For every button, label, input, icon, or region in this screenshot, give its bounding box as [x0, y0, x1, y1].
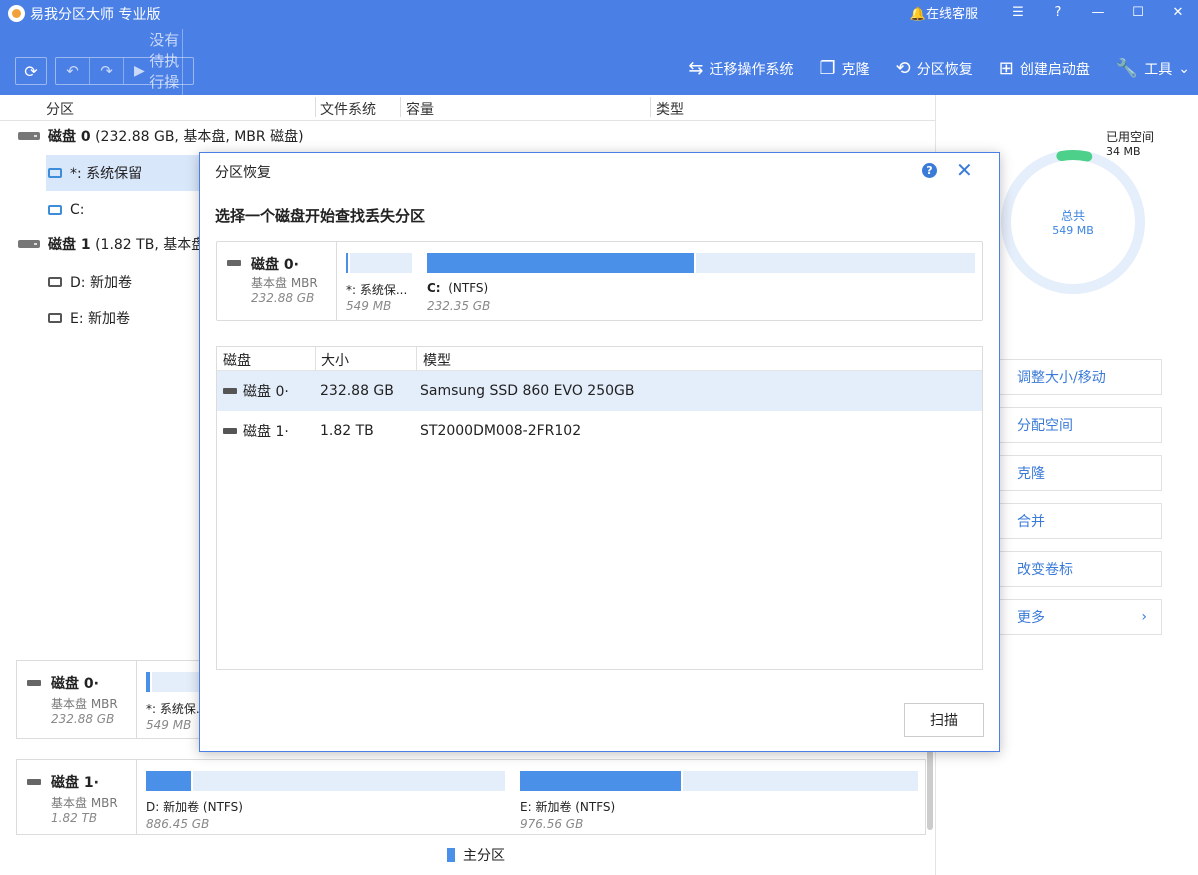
clone-button[interactable]: ❐ 克隆	[820, 58, 870, 79]
dialog-disk-map: 磁盘 0· 基本盘 MBR 232.88 GB *: 系统保... 549 MB…	[216, 241, 983, 321]
refresh-icon: ⟳	[24, 61, 38, 81]
more-button[interactable]: 更多 ›	[986, 599, 1162, 635]
disk-list-table: 磁盘 大小 模型 磁盘 0· 232.88 GB Samsung SSD 860…	[216, 346, 983, 670]
primary-partition-swatch	[447, 848, 455, 862]
maximize-button[interactable]: ☐	[1118, 5, 1158, 20]
app-logo-icon	[8, 5, 25, 22]
diskmap-scrollbar[interactable]	[927, 750, 933, 830]
partition-size: 549 MB	[146, 718, 192, 732]
undo-button[interactable]: ↶	[56, 58, 90, 84]
partition-recovery-button[interactable]: ⟲ 分区恢复	[896, 58, 973, 79]
help-icon[interactable]: ?	[922, 163, 937, 178]
scan-button[interactable]: 扫描	[904, 703, 984, 737]
disk-icon	[223, 388, 237, 394]
partition-size: 549 MB	[346, 299, 392, 313]
disk-list-row[interactable]: 磁盘 0· 232.88 GB Samsung SSD 860 EVO 250G…	[217, 371, 982, 411]
col-partition[interactable]: 分区	[46, 99, 74, 119]
window-controls: 🔔在线客服 ☰ ? — ☐ ✕	[910, 0, 1198, 24]
col-size[interactable]: 大小	[321, 350, 349, 370]
partition-label: D: 新加卷 (NTFS)	[146, 800, 243, 814]
redo-button[interactable]: ↷	[90, 58, 124, 84]
migrate-icon: ⇆	[688, 58, 704, 79]
dialog-p1-bar	[346, 253, 412, 273]
partition-recovery-dialog: 分区恢复 ? ✕ 选择一个磁盘开始查找丢失分区 磁盘 0· 基本盘 MBR 23…	[199, 152, 1000, 752]
title-toolbar-area: 易我分区大师 专业版 🔔在线客服 ☰ ? — ☐ ✕ ⟳ ↶ ↷ ▶ 没有待执行…	[0, 0, 1198, 113]
online-service-link[interactable]: 🔔在线客服	[910, 3, 978, 22]
clone-partition-button[interactable]: 克隆	[986, 455, 1162, 491]
col-filesystem[interactable]: 文件系统	[320, 99, 376, 119]
migrate-os-button[interactable]: ⇆ 迁移操作系统	[688, 58, 793, 79]
disk-icon	[18, 240, 40, 248]
diskmap-e-bar[interactable]	[520, 771, 918, 791]
chevron-down-icon: ⌄	[1178, 60, 1190, 77]
minimize-button[interactable]: —	[1078, 5, 1118, 20]
partition-label: *: 系统保...	[346, 283, 408, 297]
windows-partition-icon	[48, 205, 62, 215]
wrench-icon: 🔧	[1115, 58, 1139, 79]
clone-icon: ❐	[819, 58, 836, 79]
app-title: 易我分区大师 专业版	[30, 7, 161, 23]
partition-size: 976.56 GB	[520, 817, 584, 831]
allocate-space-button[interactable]: 分配空间	[986, 407, 1162, 443]
disk-icon	[27, 680, 41, 686]
change-label-button[interactable]: 改变卷标	[986, 551, 1162, 587]
partition-row-d[interactable]: D: 新加卷	[46, 264, 132, 300]
dialog-title: 分区恢复	[215, 165, 271, 181]
col-disk[interactable]: 磁盘	[223, 350, 251, 370]
partition-icon	[48, 313, 62, 323]
disk-list-header: 磁盘 大小 模型	[217, 347, 982, 371]
disk-icon	[27, 779, 41, 785]
diskmap-disk1[interactable]: 磁盘 1· 基本盘 MBR 1.82 TB D: 新加卷 (NTFS) 886.…	[16, 759, 926, 835]
col-model[interactable]: 模型	[423, 350, 451, 370]
partition-label: C: (NTFS)	[427, 281, 489, 295]
partition-icon	[48, 277, 62, 287]
partition-size: 886.45 GB	[146, 817, 210, 831]
dialog-heading: 选择一个磁盘开始查找丢失分区	[215, 207, 426, 225]
dialog-close-icon[interactable]: ✕	[956, 158, 973, 182]
partition-label: E: 新加卷 (NTFS)	[520, 800, 616, 814]
total-space-label: 总共 549 MB	[1052, 209, 1094, 237]
action-group: ↶ ↷ ▶ 没有待执行操作	[55, 29, 195, 113]
tools-menu[interactable]: 🔧 工具 ⌄	[1116, 58, 1190, 79]
dialog-disk-label: 磁盘 0· 基本盘 MBR 232.88 GB	[217, 242, 337, 320]
merge-button[interactable]: 合并	[986, 503, 1162, 539]
partition-row-system-reserved[interactable]: *: 系统保留	[46, 155, 206, 191]
legend: 主分区	[447, 845, 505, 865]
disk-icon	[18, 132, 40, 140]
close-button[interactable]: ✕	[1158, 5, 1198, 20]
resize-move-button[interactable]: 调整大小/移动	[986, 359, 1162, 395]
disk-list-row[interactable]: 磁盘 1· 1.82 TB ST2000DM008-2FR102	[217, 411, 982, 451]
diskmap-disk0-label: 磁盘 0· 基本盘 MBR 232.88 GB	[17, 661, 137, 738]
bell-icon: 🔔	[909, 6, 926, 22]
disk-icon	[227, 260, 241, 266]
windows-icon: ⊞	[998, 58, 1014, 79]
col-type[interactable]: 类型	[656, 99, 684, 119]
dialog-p2-bar	[427, 253, 975, 273]
disk0-row[interactable]: 磁盘 0 (232.88 GB, 基本盘, MBR 磁盘)	[18, 118, 304, 154]
partition-size: 232.35 GB	[427, 299, 491, 313]
refresh-button[interactable]: ⟳	[15, 57, 47, 85]
help-icon[interactable]: ?	[1038, 5, 1078, 20]
col-capacity[interactable]: 容量	[406, 99, 434, 119]
menu-icon[interactable]: ☰	[998, 5, 1038, 20]
recovery-icon: ⟲	[895, 58, 911, 79]
diskmap-disk1-label: 磁盘 1· 基本盘 MBR 1.82 TB	[17, 760, 137, 834]
partition-row-c[interactable]: C:	[46, 192, 85, 228]
create-bootdisk-button[interactable]: ⊞ 创建启动盘	[999, 58, 1090, 79]
disk1-row[interactable]: 磁盘 1 (1.82 TB, 基本盘,	[18, 226, 210, 262]
diskmap-d-bar[interactable]	[146, 771, 505, 791]
disk-icon	[223, 428, 237, 434]
windows-partition-icon	[48, 168, 62, 178]
partition-row-e[interactable]: E: 新加卷	[46, 300, 130, 336]
pending-operations-button[interactable]: ▶ 没有待执行操作	[124, 29, 193, 113]
chevron-right-icon: ›	[1141, 609, 1147, 625]
